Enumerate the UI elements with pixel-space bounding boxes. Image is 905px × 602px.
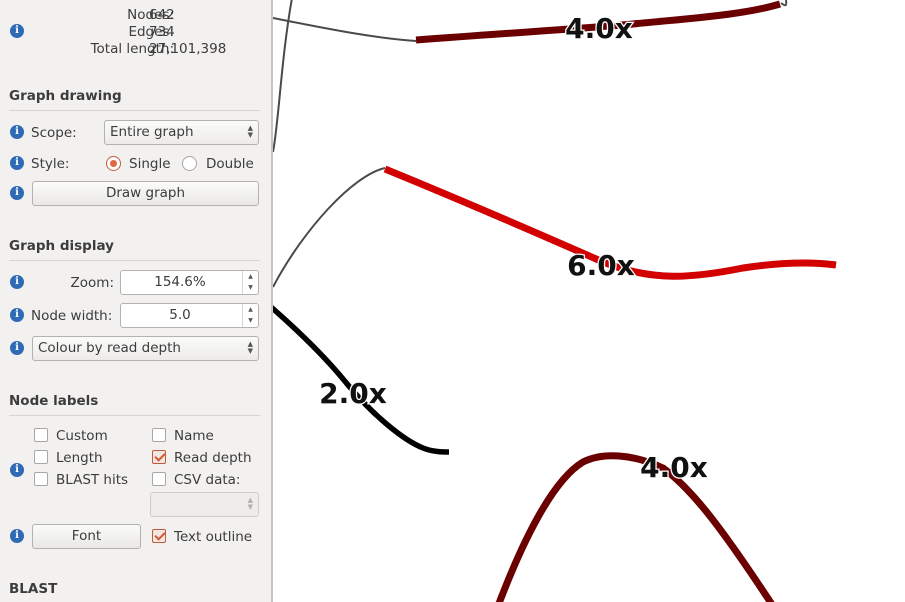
edges-value: 734 <box>149 24 175 40</box>
graph-view[interactable]: 4.0x 6.0x 2.0x 4.0x <box>273 0 905 602</box>
name-checkbox[interactable] <box>152 428 166 442</box>
node-depth-label: 2.0x <box>319 377 387 410</box>
section-divider <box>9 415 260 416</box>
section-divider <box>9 110 260 111</box>
zoom-stepper[interactable]: ▲ ▼ <box>242 271 258 294</box>
node-depth-label: 4.0x <box>640 451 708 484</box>
decrement-arrow-icon[interactable]: ▼ <box>243 282 258 293</box>
scope-select[interactable]: Entire graph ▲ ▼ <box>104 120 259 145</box>
node-labels-info-icon[interactable]: i <box>10 463 24 477</box>
node-width-info-icon[interactable]: i <box>10 308 24 322</box>
total-length-value: 27,101,398 <box>149 41 227 57</box>
font-button[interactable]: Font <box>32 524 141 549</box>
read-depth-label[interactable]: Read depth <box>174 450 252 466</box>
length-checkbox[interactable] <box>34 450 48 464</box>
stats-info-icon[interactable]: i <box>10 24 24 38</box>
colour-info-icon[interactable]: i <box>10 341 24 355</box>
zoom-spinbox[interactable]: 154.6% ▲ ▼ <box>120 270 259 295</box>
node-width-stepper[interactable]: ▲ ▼ <box>242 304 258 327</box>
csv-data-checkbox[interactable] <box>152 472 166 486</box>
graph-edge <box>273 0 293 153</box>
zoom-label: Zoom: <box>70 275 114 291</box>
draw-info-icon[interactable]: i <box>10 186 24 200</box>
scope-label: Scope: <box>31 125 77 141</box>
style-double-label[interactable]: Double <box>206 156 254 172</box>
colour-mode-select[interactable]: Colour by read depth ▲ ▼ <box>32 336 259 361</box>
style-info-icon[interactable]: i <box>10 156 24 170</box>
font-info-icon[interactable]: i <box>10 529 24 543</box>
nodes-value: 642 <box>149 7 175 23</box>
custom-label[interactable]: Custom <box>56 428 108 444</box>
text-outline-checkbox[interactable] <box>152 529 166 543</box>
assembly-graph[interactable]: 4.0x 6.0x 2.0x 4.0x <box>273 0 905 602</box>
style-label: Style: <box>31 156 70 172</box>
scope-info-icon[interactable]: i <box>10 125 24 139</box>
updown-arrows-icon: ▲ ▼ <box>247 340 253 355</box>
style-double-radio[interactable] <box>182 156 197 171</box>
blast-hits-checkbox[interactable] <box>34 472 48 486</box>
control-panel: i Nodes: 642 Edges: 734 Total length: 27… <box>0 0 271 602</box>
decrement-arrow-icon[interactable]: ▼ <box>243 315 258 326</box>
csv-data-label[interactable]: CSV data: <box>174 472 240 488</box>
length-label[interactable]: Length <box>56 450 103 466</box>
text-outline-label[interactable]: Text outline <box>174 529 252 545</box>
graph-edge <box>273 17 417 42</box>
blast-title: BLAST <box>9 581 58 597</box>
colour-mode-value: Colour by read depth <box>38 340 181 356</box>
increment-arrow-icon[interactable]: ▲ <box>243 304 258 315</box>
node-width-value[interactable]: 5.0 <box>121 304 239 327</box>
custom-checkbox[interactable] <box>34 428 48 442</box>
node-depth-label: 6.0x <box>567 249 635 282</box>
name-label[interactable]: Name <box>174 428 214 444</box>
graph-node[interactable] <box>495 452 775 602</box>
graph-display-title: Graph display <box>9 238 114 254</box>
graph-edge <box>780 0 788 7</box>
zoom-info-icon[interactable]: i <box>10 275 24 289</box>
node-labels-title: Node labels <box>9 393 99 409</box>
csv-column-select[interactable]: ▲ ▼ <box>150 492 259 517</box>
node-depth-label: 4.0x <box>565 12 633 45</box>
draw-graph-button[interactable]: Draw graph <box>32 181 259 206</box>
zoom-value[interactable]: 154.6% <box>121 271 239 294</box>
read-depth-checkbox[interactable] <box>152 450 166 464</box>
node-width-label: Node width: <box>31 308 113 324</box>
style-single-label[interactable]: Single <box>129 156 171 172</box>
node-width-spinbox[interactable]: 5.0 ▲ ▼ <box>120 303 259 328</box>
section-divider <box>9 260 260 261</box>
updown-arrows-icon: ▲ ▼ <box>247 496 253 511</box>
style-single-radio[interactable] <box>106 156 121 171</box>
updown-arrows-icon: ▲ ▼ <box>247 124 253 139</box>
increment-arrow-icon[interactable]: ▲ <box>243 271 258 282</box>
blast-hits-label[interactable]: BLAST hits <box>56 472 128 488</box>
graph-edge <box>273 167 386 288</box>
scope-select-value: Entire graph <box>110 124 194 140</box>
graph-drawing-title: Graph drawing <box>9 88 122 104</box>
